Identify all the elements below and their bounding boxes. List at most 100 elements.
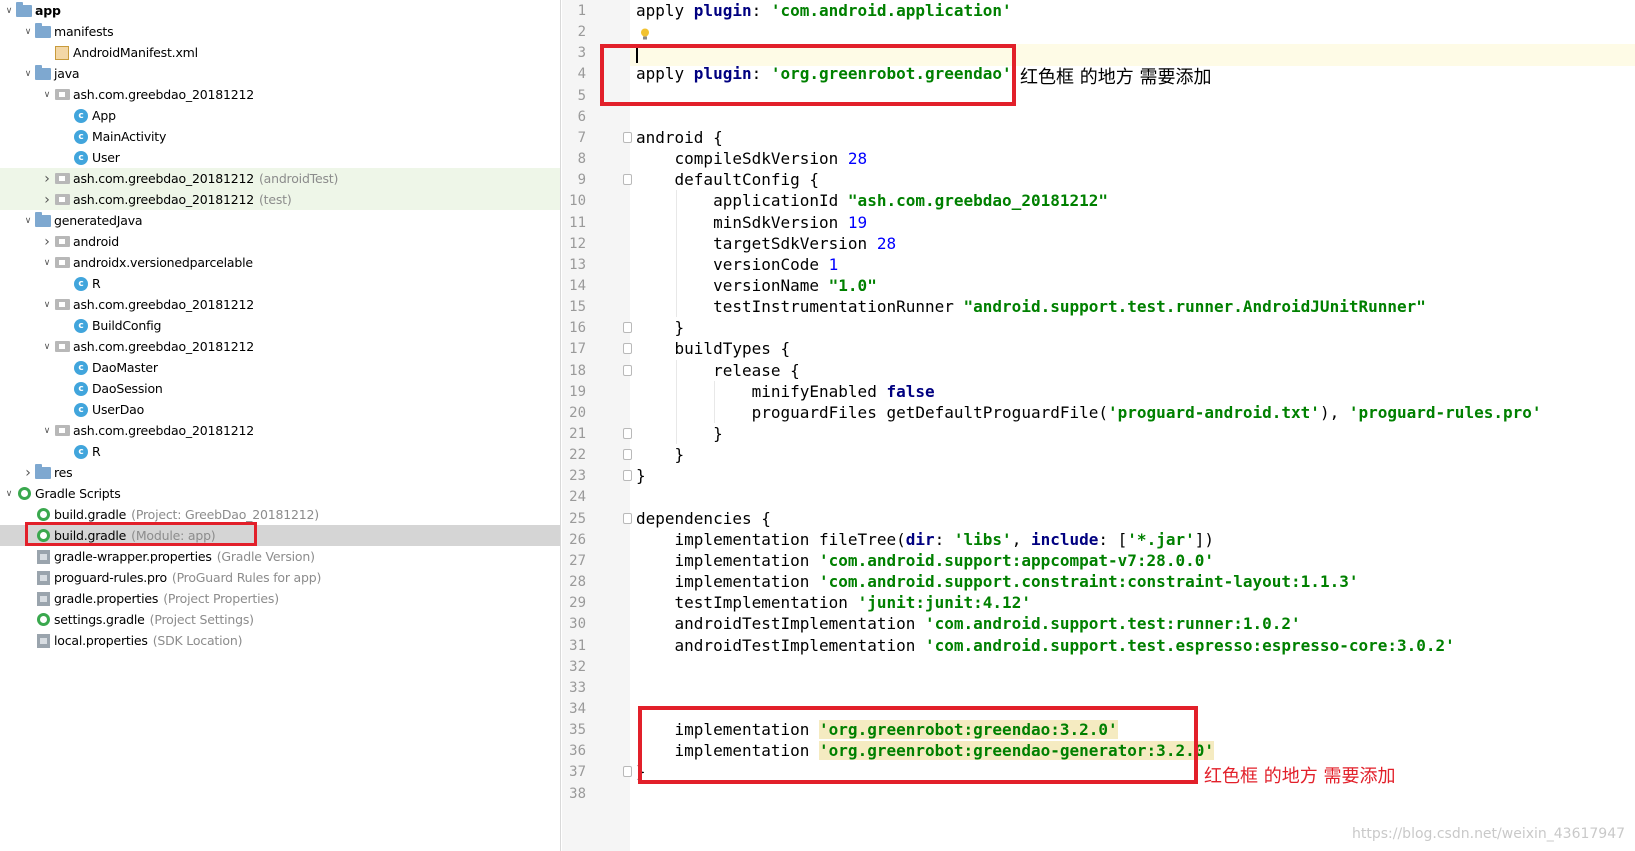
annotation-top-note: 红色框 的地方 需要添加 (1020, 67, 1212, 88)
chevron-down-icon[interactable]: ∨ (40, 252, 54, 273)
code-line[interactable]: apply plugin: 'com.android.application' (636, 0, 1012, 22)
code-line[interactable]: implementation fileTree(dir: 'libs', inc… (636, 529, 1214, 551)
tree-row-label: R (92, 444, 101, 459)
tree-row[interactable]: › android (0, 231, 560, 252)
code-line[interactable]: release { (636, 360, 800, 382)
code-line[interactable]: dependencies { (636, 508, 771, 530)
fold-marker-icon[interactable] (623, 322, 632, 334)
code-line[interactable]: minSdkVersion 19 (636, 212, 867, 234)
tree-row[interactable]: c MainActivity (0, 126, 560, 147)
tree-row-label: manifests (54, 24, 114, 39)
line-number: 34 (569, 700, 586, 717)
chevron-down-icon[interactable]: ∨ (2, 483, 16, 504)
code-token: implementation (636, 572, 820, 592)
tree-row[interactable]: cR (0, 273, 560, 294)
class-icon: c (73, 402, 89, 418)
code-line[interactable]: android { (636, 127, 723, 149)
code-line[interactable]: versionName "1.0" (636, 275, 877, 297)
code-line[interactable]: } (636, 423, 723, 445)
chevron-down-icon[interactable]: ∨ (21, 63, 35, 84)
code-line[interactable]: compileSdkVersion 28 (636, 148, 868, 170)
chevron-down-icon[interactable]: ∨ (2, 0, 16, 21)
code-line[interactable]: androidTestImplementation 'com.android.s… (636, 635, 1455, 657)
code-line[interactable]: } (636, 465, 646, 487)
tree-row[interactable]: ∨ ash.com.greebdao_20181212 (0, 294, 560, 315)
tree-row[interactable]: ∨ ash.com.greebdao_20181212 (0, 84, 560, 105)
chevron-down-icon[interactable]: ∨ (40, 336, 54, 357)
chevron-right-icon[interactable]: › (21, 462, 35, 483)
tree-row[interactable]: ∨ ash.com.greebdao_20181212 (0, 336, 560, 357)
tree-row[interactable]: c DaoMaster (0, 357, 560, 378)
tree-row[interactable]: local.properties (SDK Location) (0, 630, 560, 651)
line-number: 26 (569, 531, 586, 548)
tree-row-label: ash.com.greebdao_20181212 (73, 297, 254, 312)
code-line[interactable]: implementation 'com.android.support:appc… (636, 550, 1214, 572)
fold-marker-icon[interactable] (623, 131, 632, 143)
tree-row[interactable]: cR (0, 441, 560, 462)
code-line[interactable]: minifyEnabled false (636, 381, 935, 403)
code-line[interactable]: implementation 'com.android.support.cons… (636, 571, 1359, 593)
fold-marker-icon[interactable] (623, 512, 632, 524)
code-token: 19 (847, 212, 868, 232)
chevron-right-icon[interactable]: › (40, 231, 54, 252)
chevron-right-icon[interactable]: › (40, 189, 54, 210)
watermark-url: https://blog.csdn.net/weixin_43617947 (1352, 826, 1626, 842)
code-line[interactable]: testImplementation 'junit:junit:4.12' (636, 592, 1031, 614)
line-number: 6 (577, 108, 586, 125)
fold-marker-icon[interactable] (623, 470, 632, 482)
tree-row[interactable]: ∨ Gradle Scripts (0, 483, 560, 504)
fold-marker-icon[interactable] (623, 343, 632, 355)
tree-row-label: generatedJava (54, 213, 143, 228)
tree-row[interactable]: settings.gradle (Project Settings) (0, 609, 560, 630)
lightbulb-icon[interactable] (640, 28, 650, 41)
tree-row[interactable]: ∨ java (0, 63, 560, 84)
tree-row[interactable]: c App (0, 105, 560, 126)
tree-row[interactable]: ∨ app (0, 0, 560, 21)
tree-row[interactable]: c User (0, 147, 560, 168)
code-line[interactable]: androidTestImplementation 'com.android.s… (636, 613, 1301, 635)
code-line[interactable]: versionCode 1 (636, 254, 838, 276)
tree-row[interactable]: c UserDao (0, 399, 560, 420)
tree-row[interactable]: › ash.com.greebdao_20181212 (androidTest) (0, 168, 560, 189)
tree-row[interactable]: proguard-rules.pro (ProGuard Rules for ap… (0, 567, 560, 588)
tree-row[interactable]: ∨ manifests (0, 21, 560, 42)
tree-row[interactable]: AndroidManifest.xml (0, 42, 560, 63)
chevron-right-icon[interactable]: › (40, 168, 54, 189)
fold-marker-icon[interactable] (623, 766, 632, 778)
tree-row[interactable]: › res (0, 462, 560, 483)
tree-row[interactable]: c BuildConfig (0, 315, 560, 336)
chevron-down-icon[interactable]: ∨ (40, 84, 54, 105)
tree-row-label: ash.com.greebdao_20181212 (73, 87, 254, 102)
line-number: 33 (569, 679, 586, 696)
project-tree-panel: ∨ app ∨ manifests AndroidManifest.xml ∨ java ∨ a… (0, 0, 561, 851)
tree-row[interactable]: gradle-wrapper.properties (Gradle Version… (0, 546, 560, 567)
code-line[interactable]: defaultConfig { (636, 169, 820, 191)
code-line[interactable]: proguardFiles getDefaultProguardFile('pr… (636, 402, 1542, 424)
code-token: 28 (876, 233, 897, 253)
fold-marker-icon[interactable] (623, 449, 632, 461)
tree-row[interactable]: ∨ generatedJava (0, 210, 560, 231)
tree-row[interactable]: › ash.com.greebdao_20181212 (test) (0, 189, 560, 210)
code-line[interactable]: } (636, 317, 685, 339)
code-editor[interactable]: 1 2 3 4 5 6 7 8 9 10 11 12 13 14 15 16 17 18 19 20 21 22 23 24 2… (562, 0, 1635, 851)
code-line[interactable]: } (636, 444, 685, 466)
tree-row[interactable]: gradle.properties (Project Properties) (0, 588, 560, 609)
code-line[interactable]: buildTypes { (636, 338, 791, 360)
fold-marker-icon[interactable] (623, 428, 632, 439)
code-line[interactable]: testInstrumentationRunner "android.suppo… (636, 296, 1426, 318)
chevron-down-icon[interactable]: ∨ (21, 21, 35, 42)
chevron-down-icon[interactable]: ∨ (21, 210, 35, 231)
chevron-down-icon[interactable]: ∨ (40, 294, 54, 315)
red-box-plugin (600, 44, 1016, 106)
tree-row[interactable]: c DaoSession (0, 378, 560, 399)
tree-row[interactable]: ∨ androidx.versionedparcelable (0, 252, 560, 273)
fold-marker-icon[interactable] (623, 364, 632, 376)
code-line[interactable]: targetSdkVersion 28 (636, 233, 896, 255)
tree-row[interactable]: ∨ ash.com.greebdao_20181212 (0, 420, 560, 441)
fold-marker-icon[interactable] (623, 174, 632, 186)
code-line[interactable]: applicationId "ash.com.greebdao_20181212… (636, 190, 1108, 212)
chevron-down-icon[interactable]: ∨ (40, 420, 54, 441)
